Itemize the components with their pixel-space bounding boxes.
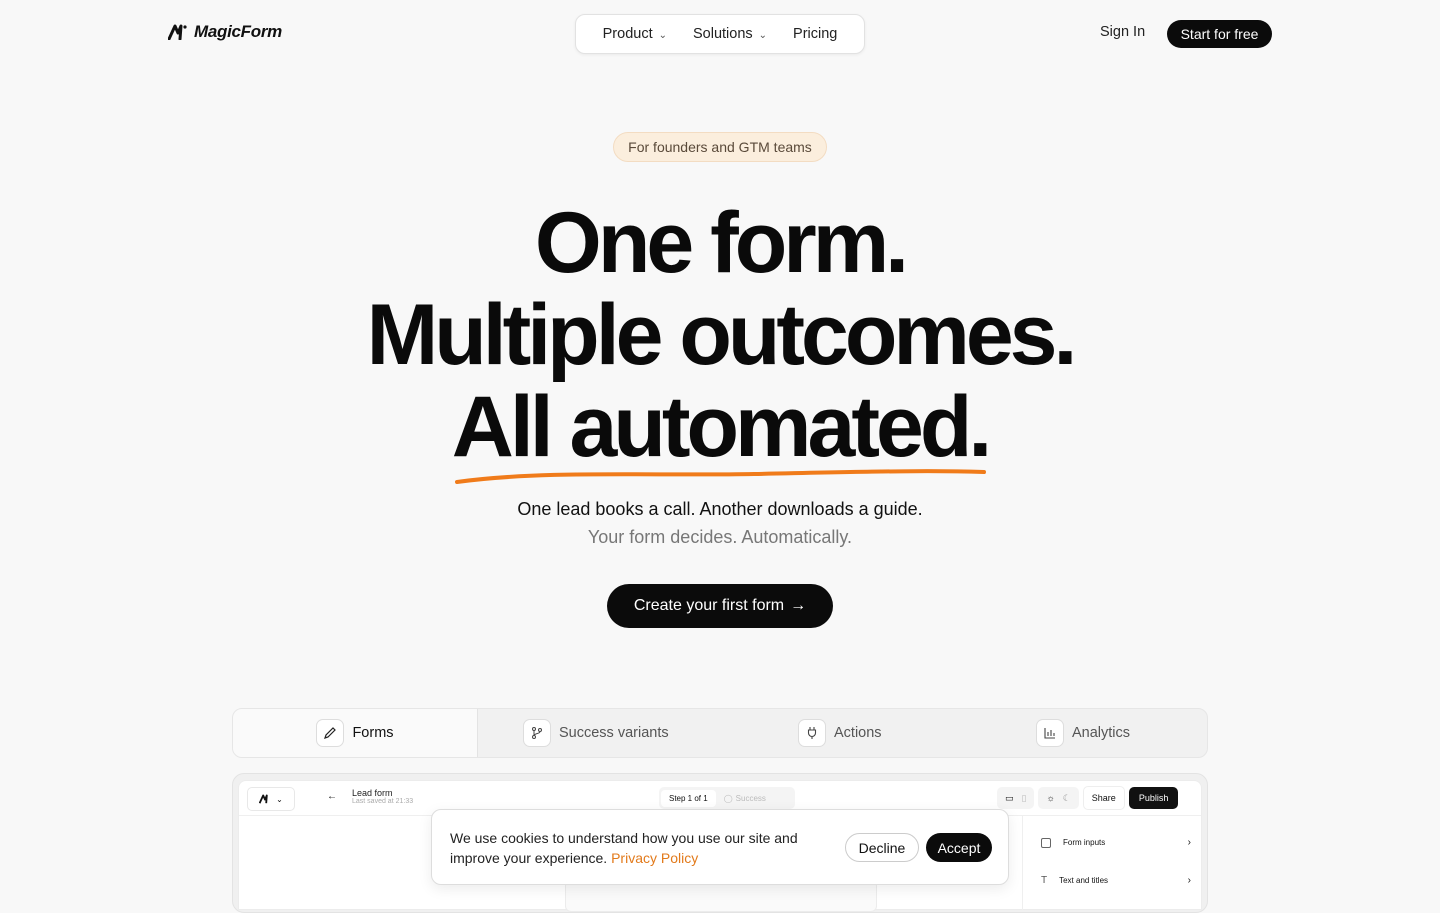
accept-button[interactable]: Accept	[926, 833, 992, 862]
nav-item-pricing[interactable]: Pricing	[785, 26, 845, 42]
cta-label: Create your first form	[633, 597, 785, 614]
nav-item-product[interactable]: Product ⌄	[595, 26, 675, 42]
pencil-icon	[316, 719, 345, 747]
tab-label: Forms	[352, 725, 394, 741]
headline-line-3: All automated.	[451, 379, 993, 475]
back-arrow-icon[interactable]: ←	[327, 791, 337, 802]
device-toggle: ▭ ▯	[997, 787, 1035, 809]
chevron-down-icon: ⌄	[276, 794, 283, 804]
brand-name: MagicForm	[194, 22, 282, 41]
feature-tabs: Forms Success variants Actions Analytics	[232, 708, 1208, 758]
form-title: Lead form	[352, 788, 393, 798]
magicform-logo-icon	[259, 794, 268, 804]
sun-icon[interactable]: ☼	[1046, 793, 1054, 803]
nav-item-label: Pricing	[793, 26, 838, 42]
last-saved-text: Last saved at 21:33	[352, 798, 414, 805]
create-first-form-button[interactable]: Create your first form →	[607, 584, 833, 628]
cookie-banner: We use cookies to understand how you use…	[431, 809, 1009, 885]
chevron-down-icon: ⌄	[658, 29, 667, 41]
sign-in-link[interactable]: Sign In	[1100, 24, 1145, 40]
tab-label: Analytics	[1072, 725, 1131, 741]
desktop-icon[interactable]: ▭	[1005, 793, 1014, 804]
main-nav: Product ⌄ Solutions ⌄ Pricing	[575, 14, 865, 54]
tab-actions[interactable]: Actions	[798, 709, 882, 757]
workspace-switcher[interactable]: ⌄	[247, 787, 295, 811]
form-title-block: Lead form Last saved at 21:33	[352, 788, 413, 805]
headline-line-2: Multiple outcomes.	[366, 287, 1078, 383]
branch-icon	[523, 719, 551, 747]
nav-item-solutions[interactable]: Solutions ⌄	[685, 26, 775, 42]
square-icon	[1041, 837, 1051, 848]
orange-underline-icon	[455, 469, 986, 484]
brand-logo[interactable]: MagicForm	[168, 22, 282, 42]
panel-item-text-titles[interactable]: T Text and titles ›	[1041, 875, 1191, 886]
editor-tools: ▭ ▯ ☼ ☾ Share Publish	[997, 786, 1179, 810]
plug-icon	[798, 719, 826, 747]
audience-badge: For founders and GTM teams	[613, 132, 827, 162]
headline-line-1: One form.	[534, 195, 909, 291]
check-circle-icon: ◯	[723, 793, 733, 803]
arrow-right-icon: →	[790, 597, 807, 614]
nav-item-label: Solutions	[693, 26, 753, 42]
panel-item-label: Form inputs	[1063, 838, 1106, 847]
moon-icon[interactable]: ☾	[1063, 793, 1071, 804]
tab-analytics[interactable]: Analytics	[1036, 709, 1130, 757]
bar-chart-icon	[1036, 719, 1064, 747]
share-button[interactable]: Share	[1082, 786, 1125, 810]
hero-subtitle: One lead books a call. Another downloads…	[517, 499, 923, 519]
success-step-label: Success	[735, 793, 766, 803]
panel-item-form-inputs[interactable]: Form inputs ›	[1041, 837, 1191, 848]
chevron-down-icon: ⌄	[758, 29, 768, 41]
tab-label: Success variants	[559, 725, 669, 741]
chevron-right-icon: ›	[1187, 837, 1191, 848]
tab-label: Actions	[834, 725, 882, 741]
cookie-message: We use cookies to understand how you use…	[450, 828, 830, 868]
hero-subtitle-secondary: Your form decides. Automatically.	[587, 527, 853, 547]
panel-item-label: Text and titles	[1059, 876, 1109, 885]
publish-button[interactable]: Publish	[1128, 787, 1179, 809]
privacy-policy-link[interactable]: Privacy Policy	[611, 850, 698, 866]
block-panel: Form inputs › T Text and titles ›	[1022, 815, 1203, 910]
chevron-right-icon: ›	[1187, 875, 1191, 886]
magicform-logo-icon	[168, 24, 187, 40]
start-for-free-button[interactable]: Start for free	[1167, 20, 1272, 48]
decline-button[interactable]: Decline	[845, 833, 919, 862]
step-selector[interactable]: Step 1 of 1 ◯ Success	[659, 787, 795, 809]
tab-forms[interactable]: Forms	[233, 709, 478, 757]
nav-item-label: Product	[602, 26, 653, 42]
tab-success-variants[interactable]: Success variants	[523, 709, 669, 757]
theme-toggle: ☼ ☾	[1038, 787, 1079, 809]
step-label: Step 1 of 1	[661, 789, 716, 807]
text-icon: T	[1041, 875, 1048, 886]
mobile-icon[interactable]: ▯	[1022, 793, 1027, 804]
